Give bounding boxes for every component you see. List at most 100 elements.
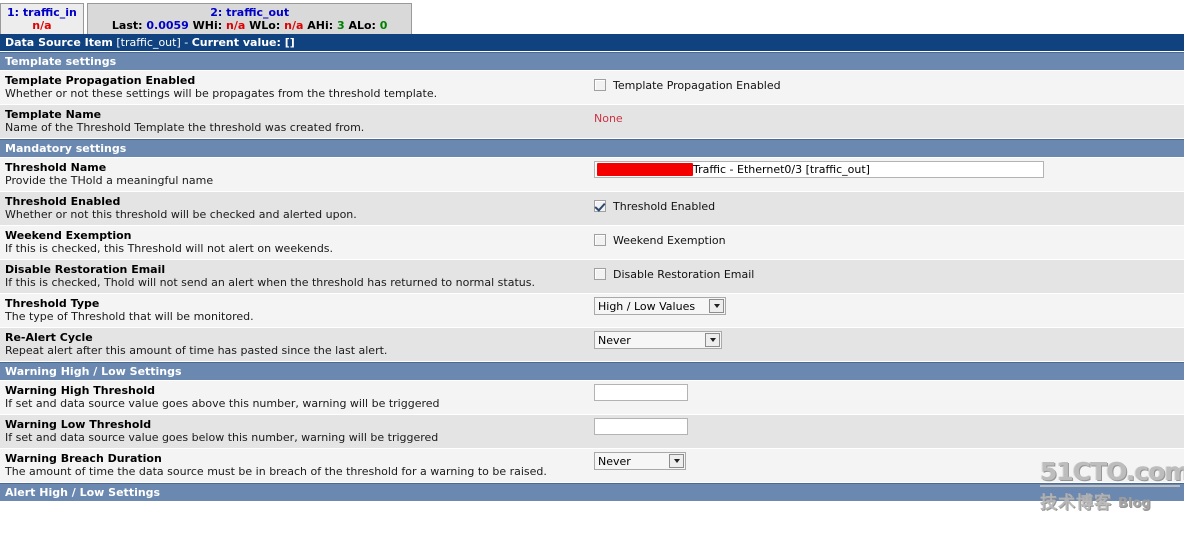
label-weekend-exemption-desc: If this is checked, this Threshold will … xyxy=(5,242,334,255)
row-template-propagation-field: Template Propagation Enabled xyxy=(594,71,1184,97)
stat-wlo-label: WLo: xyxy=(249,19,281,32)
row-template-name-label: Template Name Name of the Threshold Temp… xyxy=(0,105,594,138)
row-threshold-enabled: Threshold Enabled Whether or not this th… xyxy=(0,192,1184,226)
label-template-name-title: Template Name xyxy=(5,108,102,121)
row-weekend-exemption: Weekend Exemption If this is checked, th… xyxy=(0,226,1184,260)
stat-whi-label: WHi: xyxy=(192,19,223,32)
checkbox-template-propagation[interactable]: Template Propagation Enabled xyxy=(594,76,1180,94)
row-warning-breach-duration: Warning Breach Duration The amount of ti… xyxy=(0,449,1184,483)
warning-high-threshold-input[interactable] xyxy=(594,384,688,401)
page-root: 1: traffic_in n/a 2: traffic_out Last: 0… xyxy=(0,0,1184,534)
label-warning-high-threshold-title: Warning High Threshold xyxy=(5,384,156,397)
row-template-name-field: None xyxy=(594,105,1184,128)
page-title-prefix: Data Source Item xyxy=(5,36,113,49)
section-template-settings: Template settings xyxy=(0,52,1184,71)
label-threshold-type-desc: The type of Threshold that will be monit… xyxy=(5,310,254,323)
stat-wlo-value: n/a xyxy=(284,19,304,32)
threshold-type-select[interactable]: High / Low Values xyxy=(594,297,726,315)
chevron-down-icon[interactable] xyxy=(669,454,684,468)
row-threshold-name: Threshold Name Provide the THold a meani… xyxy=(0,158,1184,192)
label-threshold-type-title: Threshold Type xyxy=(5,297,100,310)
stat-last-value: 0.0059 xyxy=(146,19,189,32)
section-mandatory-settings: Mandatory settings xyxy=(0,139,1184,158)
page-title-suffix: Current value: [] xyxy=(191,36,295,49)
checkbox-label-weekend-exemption: Weekend Exemption xyxy=(613,233,726,247)
tab-traffic-in-title: 1: traffic_in xyxy=(7,6,77,19)
tab-traffic-out-status: Last: 0.0059 WHi: n/a WLo: n/a AHi: 3 AL… xyxy=(112,19,388,32)
threshold-name-input-value: Traffic - Ethernet0/3 [traffic_out] xyxy=(693,163,870,176)
label-disable-restoration-email-title: Disable Restoration Email xyxy=(5,263,166,276)
threshold-name-input[interactable]: Traffic - Ethernet0/3 [traffic_out] xyxy=(594,161,1044,178)
stat-whi-value: n/a xyxy=(226,19,246,32)
realert-cycle-select-value: Never xyxy=(598,333,631,347)
label-warning-low-threshold-desc: If set and data source value goes below … xyxy=(5,431,439,444)
row-warning-breach-duration-label: Warning Breach Duration The amount of ti… xyxy=(0,449,594,482)
row-realert-cycle-label: Re-Alert Cycle Repeat alert after this a… xyxy=(0,328,594,361)
checkbox-icon-template-propagation[interactable] xyxy=(594,79,606,91)
label-warning-breach-duration-title: Warning Breach Duration xyxy=(5,452,162,465)
row-template-propagation-label: Template Propagation Enabled Whether or … xyxy=(0,71,594,104)
row-weekend-exemption-label: Weekend Exemption If this is checked, th… xyxy=(0,226,594,259)
row-threshold-type-field: High / Low Values xyxy=(594,294,1184,318)
page-title-middle: [traffic_out] - xyxy=(112,36,192,49)
checkbox-icon-threshold-enabled[interactable] xyxy=(594,200,606,212)
row-warning-high-threshold-field xyxy=(594,381,1184,404)
row-template-propagation: Template Propagation Enabled Whether or … xyxy=(0,71,1184,105)
checkbox-weekend-exemption[interactable]: Weekend Exemption xyxy=(594,231,1180,249)
label-realert-cycle-title: Re-Alert Cycle xyxy=(5,331,93,344)
checkbox-threshold-enabled[interactable]: Threshold Enabled xyxy=(594,197,1180,215)
row-warning-low-threshold: Warning Low Threshold If set and data so… xyxy=(0,415,1184,449)
stat-last-label: Last: xyxy=(111,19,143,32)
label-threshold-name-desc: Provide the THold a meaningful name xyxy=(5,174,214,187)
row-template-name: Template Name Name of the Threshold Temp… xyxy=(0,105,1184,139)
row-threshold-name-field: Traffic - Ethernet0/3 [traffic_out] xyxy=(594,158,1184,181)
tab-traffic-out[interactable]: 2: traffic_out Last: 0.0059 WHi: n/a WLo… xyxy=(86,3,413,34)
page-title: Data Source Item [traffic_out] - Current… xyxy=(0,34,1184,52)
checkbox-label-threshold-enabled: Threshold Enabled xyxy=(613,199,716,213)
row-warning-breach-duration-field: Never xyxy=(594,449,1184,473)
checkbox-icon-disable-restoration-email[interactable] xyxy=(594,268,606,280)
tab-traffic-in-status: n/a xyxy=(32,19,52,32)
tab-traffic-in[interactable]: 1: traffic_in n/a xyxy=(0,3,84,34)
section-warning-high-low: Warning High / Low Settings xyxy=(0,362,1184,381)
label-template-propagation-title: Template Propagation Enabled xyxy=(5,74,196,87)
chevron-down-icon[interactable] xyxy=(705,333,720,347)
checkbox-icon-weekend-exemption[interactable] xyxy=(594,234,606,246)
checkbox-label-template-propagation: Template Propagation Enabled xyxy=(613,78,781,92)
label-threshold-name-title: Threshold Name xyxy=(5,161,107,174)
label-warning-low-threshold-title: Warning Low Threshold xyxy=(5,418,152,431)
checkbox-disable-restoration-email[interactable]: Disable Restoration Email xyxy=(594,265,1180,283)
row-disable-restoration-email-label: Disable Restoration Email If this is che… xyxy=(0,260,594,293)
row-weekend-exemption-field: Weekend Exemption xyxy=(594,226,1184,252)
warning-breach-duration-select[interactable]: Never xyxy=(594,452,686,470)
redaction-block xyxy=(597,163,693,176)
threshold-type-select-value: High / Low Values xyxy=(598,299,696,313)
row-disable-restoration-email: Disable Restoration Email If this is che… xyxy=(0,260,1184,294)
row-threshold-name-label: Threshold Name Provide the THold a meani… xyxy=(0,158,594,191)
tab-traffic-out-title: 2: traffic_out xyxy=(210,6,290,19)
row-threshold-enabled-label: Threshold Enabled Whether or not this th… xyxy=(0,192,594,225)
row-disable-restoration-email-field: Disable Restoration Email xyxy=(594,260,1184,286)
row-realert-cycle-field: Never xyxy=(594,328,1184,352)
label-template-propagation-desc: Whether or not these settings will be pr… xyxy=(5,87,438,100)
label-warning-breach-duration-desc: The amount of time the data source must … xyxy=(5,465,547,478)
chevron-down-icon[interactable] xyxy=(709,299,724,313)
row-warning-high-threshold-label: Warning High Threshold If set and data s… xyxy=(0,381,594,414)
row-threshold-enabled-field: Threshold Enabled xyxy=(594,192,1184,218)
row-warning-high-threshold: Warning High Threshold If set and data s… xyxy=(0,381,1184,415)
row-threshold-type-label: Threshold Type The type of Threshold tha… xyxy=(0,294,594,327)
label-warning-high-threshold-desc: If set and data source value goes above … xyxy=(5,397,440,410)
row-realert-cycle: Re-Alert Cycle Repeat alert after this a… xyxy=(0,328,1184,362)
label-threshold-enabled-title: Threshold Enabled xyxy=(5,195,121,208)
realert-cycle-select[interactable]: Never xyxy=(594,331,722,349)
row-threshold-type: Threshold Type The type of Threshold tha… xyxy=(0,294,1184,328)
row-warning-low-threshold-label: Warning Low Threshold If set and data so… xyxy=(0,415,594,448)
checkbox-label-disable-restoration-email: Disable Restoration Email xyxy=(613,267,755,281)
stat-ahi-value: 3 xyxy=(336,19,345,32)
warning-low-threshold-input[interactable] xyxy=(594,418,688,435)
label-threshold-enabled-desc: Whether or not this threshold will be ch… xyxy=(5,208,357,221)
stat-alo-label: ALo: xyxy=(348,19,376,32)
value-template-name: None xyxy=(594,112,623,125)
stat-ahi-label: AHi: xyxy=(307,19,334,32)
row-warning-low-threshold-field xyxy=(594,415,1184,438)
